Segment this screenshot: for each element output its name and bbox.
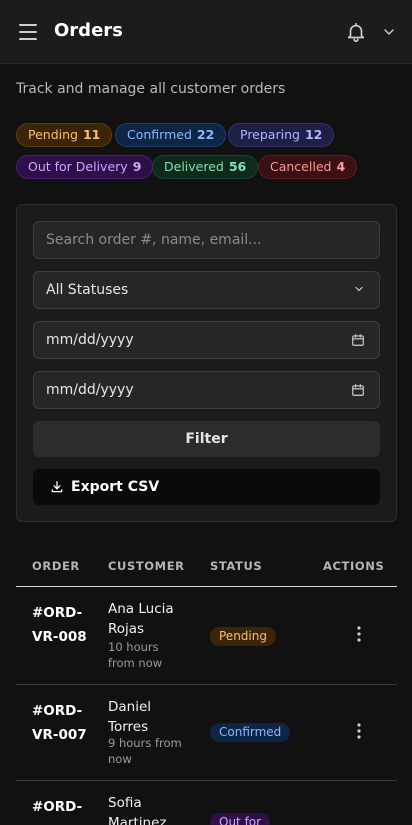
chip-count: 56 xyxy=(228,159,247,174)
chip-count: 22 xyxy=(196,127,215,142)
column-header-actions: ACTIONS xyxy=(323,559,385,573)
chip-label: Cancelled xyxy=(270,159,332,174)
status-chip-pending[interactable]: Pending 11 xyxy=(16,123,113,147)
status-badge: Pending xyxy=(210,627,276,646)
top-app-bar: Orders xyxy=(0,0,412,64)
chip-label: Out for Delivery xyxy=(28,159,128,174)
page-subtitle: Track and manage all customer orders xyxy=(16,81,286,97)
menu-icon[interactable] xyxy=(19,24,37,40)
chip-label: Preparing xyxy=(240,127,300,142)
chip-label: Confirmed xyxy=(127,127,192,142)
date-to-input[interactable]: mm/dd/yyyy xyxy=(33,371,380,409)
status-chip-cancelled[interactable]: Cancelled 4 xyxy=(258,155,358,179)
chip-count: 9 xyxy=(132,159,142,174)
date-from-input[interactable]: mm/dd/yyyy xyxy=(33,321,380,359)
download-icon xyxy=(51,481,63,493)
column-header-customer[interactable]: CUSTOMER xyxy=(108,559,185,573)
more-vertical-icon[interactable] xyxy=(352,625,366,643)
export-csv-label: Export CSV xyxy=(71,479,160,495)
more-vertical-icon[interactable] xyxy=(352,722,366,740)
status-select-value: All Statuses xyxy=(46,282,129,298)
search-input[interactable] xyxy=(34,222,379,258)
order-time: 10 hours from now xyxy=(108,640,163,670)
order-id[interactable]: #ORD-VR-008 xyxy=(32,601,88,649)
chip-label: Pending xyxy=(28,127,78,142)
customer-name: Daniel Torres xyxy=(108,699,152,735)
chip-count: 12 xyxy=(304,127,323,142)
date-to-value: mm/dd/yyyy xyxy=(46,382,134,398)
chip-count: 11 xyxy=(82,127,101,142)
filter-button[interactable]: Filter xyxy=(33,421,380,457)
status-badge: Out for xyxy=(210,813,271,825)
chevron-down-icon xyxy=(355,286,363,292)
date-from-value: mm/dd/yyyy xyxy=(46,332,134,348)
status-badge: Confirmed xyxy=(210,723,291,742)
table-row[interactable]: #ORD-VR-008 Ana Lucia Rojas 10 hours fro… xyxy=(16,587,397,685)
status-chip-delivered[interactable]: Delivered 56 xyxy=(152,155,259,179)
table-header: ORDER CUSTOMER STATUS ACTIONS xyxy=(16,545,397,587)
order-id[interactable]: #ORD- xyxy=(32,795,88,819)
chevron-down-icon[interactable] xyxy=(380,24,398,40)
table-row[interactable]: #ORD- Sofia Martinez Out for xyxy=(16,781,397,825)
column-header-order[interactable]: ORDER xyxy=(32,559,80,573)
order-id[interactable]: #ORD-VR-007 xyxy=(32,699,88,747)
chip-count: 4 xyxy=(336,159,346,174)
customer-name: Sofia Martinez xyxy=(108,795,167,825)
filter-panel: All Statuses mm/dd/yyyy mm/dd/yyyy Filte… xyxy=(16,204,397,522)
status-select[interactable]: All Statuses xyxy=(33,271,380,309)
column-header-status[interactable]: STATUS xyxy=(210,559,262,573)
table-row[interactable]: #ORD-VR-007 Daniel Torres 9 hours from n… xyxy=(16,685,397,781)
status-chip-out-for-delivery[interactable]: Out for Delivery 9 xyxy=(16,155,154,179)
bell-icon[interactable] xyxy=(345,21,367,43)
export-csv-button[interactable]: Export CSV xyxy=(33,469,380,505)
status-chip-confirmed[interactable]: Confirmed 22 xyxy=(115,123,227,147)
chip-label: Delivered xyxy=(164,159,224,174)
page-title: Orders xyxy=(54,20,123,41)
calendar-icon[interactable] xyxy=(351,383,365,397)
customer-name: Ana Lucia Rojas xyxy=(108,601,174,637)
order-time: 9 hours from now xyxy=(108,736,182,766)
search-field xyxy=(33,221,380,259)
status-chip-preparing[interactable]: Preparing 12 xyxy=(228,123,335,147)
calendar-icon[interactable] xyxy=(351,333,365,347)
